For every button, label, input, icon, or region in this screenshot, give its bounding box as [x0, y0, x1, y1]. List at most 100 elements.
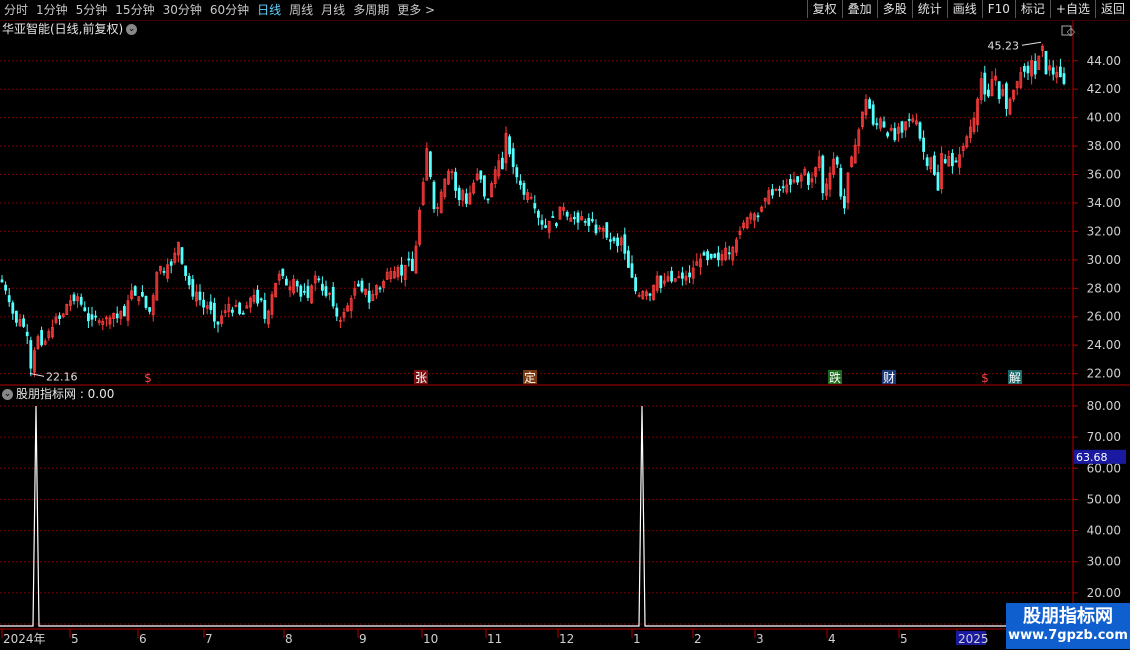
- period-tab-9[interactable]: 多周期: [349, 0, 393, 20]
- candle-body: [58, 315, 61, 319]
- high-marker-label: 45.23: [988, 39, 1020, 52]
- event-marker: 解: [1009, 371, 1021, 385]
- toolbar-button-6[interactable]: 标记: [1014, 0, 1050, 18]
- toolbar-button-0[interactable]: 复权: [806, 0, 842, 18]
- candle-body: [198, 291, 202, 301]
- period-tab-6[interactable]: 日线: [253, 0, 285, 20]
- toolbar-button-8[interactable]: 返回: [1094, 0, 1130, 18]
- candle-body: [717, 252, 720, 261]
- main-tick-label: 36.00: [1087, 168, 1121, 182]
- time-tick-label: 12: [559, 632, 574, 646]
- period-tab-2[interactable]: 5分钟: [72, 0, 112, 20]
- candle-body: [688, 272, 691, 278]
- time-tick-label: 6: [139, 632, 147, 646]
- candle-body: [839, 167, 843, 197]
- candle-body: [843, 196, 846, 209]
- candle-body: [83, 307, 87, 312]
- candle-body: [299, 285, 303, 297]
- toolbar-button-7[interactable]: +自选: [1049, 0, 1095, 18]
- candle-body: [893, 128, 897, 141]
- candle-body: [922, 137, 925, 152]
- candle-body: [609, 239, 612, 242]
- period-tabs: 分时 1分钟 5分钟 15分钟 30分钟 60分钟 日线 周线 月线 多周期 更多 >: [0, 0, 439, 20]
- toolbar-buttons: 复权 叠加 多股 统计 画线 F10 标记 +自选 返回: [806, 0, 1130, 20]
- candle-body: [727, 252, 731, 255]
- candle-body: [302, 290, 306, 293]
- candle-body: [259, 298, 263, 301]
- candle-body: [576, 212, 580, 223]
- candle-body: [14, 310, 18, 323]
- candle-body: [886, 132, 889, 137]
- main-tick-label: 32.00: [1087, 224, 1121, 238]
- indicator-tick-label: 80.00: [1087, 399, 1121, 413]
- main-tick-label: 22.00: [1087, 367, 1121, 381]
- period-tab-3[interactable]: 15分钟: [111, 0, 158, 20]
- candle-body: [555, 223, 558, 227]
- candle-body: [1051, 67, 1055, 75]
- candle-body: [1059, 66, 1062, 78]
- toolbar-button-1[interactable]: 叠加: [841, 0, 877, 18]
- indicator-tick-label: 70.00: [1087, 430, 1121, 444]
- main-tick-label: 26.00: [1087, 310, 1121, 324]
- toolbar-button-2[interactable]: 多股: [876, 0, 912, 18]
- stock-chart[interactable]: 44.00 42.00 40.00 38.00 36.00 34.00 32.00 30.00…: [0, 20, 1130, 650]
- period-tab-1[interactable]: 1分钟: [32, 0, 72, 20]
- candle-body: [94, 315, 97, 318]
- candle-body: [356, 283, 360, 287]
- candle-body: [583, 220, 587, 223]
- period-tab-8[interactable]: 月线: [317, 0, 349, 20]
- main-tick-label: 28.00: [1087, 281, 1121, 295]
- indicator-title-text: 股朋指标网 : 0.00: [16, 387, 115, 401]
- candle-body: [936, 172, 940, 191]
- candle-body: [508, 136, 512, 155]
- candle-body: [360, 280, 364, 292]
- candle-body: [807, 173, 810, 185]
- candle-body: [781, 186, 785, 189]
- event-marker: 财: [883, 371, 895, 385]
- candle-body: [212, 302, 216, 322]
- period-tab-0[interactable]: 分时: [0, 0, 32, 20]
- candle-body: [241, 312, 245, 315]
- candle-body: [79, 296, 83, 305]
- candle-body: [367, 290, 371, 303]
- candle-body: [500, 157, 504, 170]
- candle-body: [263, 299, 267, 319]
- candle-body: [706, 251, 709, 261]
- candle-body: [7, 295, 11, 303]
- main-tick-label: 30.00: [1087, 253, 1121, 267]
- candle-body: [925, 157, 929, 166]
- toolbar-button-4[interactable]: 画线: [946, 0, 982, 18]
- candle-body: [612, 237, 616, 242]
- watermark: 股朋指标网 www.7gpzb.com: [1006, 603, 1130, 649]
- candle-body: [306, 285, 310, 298]
- event-marker: $: [144, 371, 152, 385]
- toolbar-button-5[interactable]: F10: [981, 0, 1015, 18]
- period-tab-7[interactable]: 周线: [285, 0, 317, 20]
- candle-body: [295, 280, 299, 287]
- period-tab-4[interactable]: 30分钟: [159, 0, 206, 20]
- candle-body: [623, 234, 627, 254]
- main-tick-label: 38.00: [1087, 139, 1121, 153]
- main-chart-title: 华亚智能(日线,前复权) ⌄: [2, 21, 138, 37]
- chevron-down-icon[interactable]: ⌄: [2, 389, 13, 400]
- candle-body: [587, 217, 591, 226]
- time-tick-label: 10: [423, 632, 438, 646]
- candle-body: [713, 253, 717, 258]
- toolbar-button-3[interactable]: 统计: [911, 0, 947, 18]
- main-tick-label: 42.00: [1087, 82, 1121, 96]
- candle-body: [123, 305, 126, 317]
- event-marker: $: [981, 371, 989, 385]
- chevron-down-icon[interactable]: ⌄: [126, 24, 138, 35]
- event-marker: 定: [524, 370, 536, 385]
- indicator-tick-label: 50.00: [1087, 492, 1121, 506]
- candle-body: [983, 72, 987, 95]
- main-tick-label: 24.00: [1087, 338, 1121, 352]
- candle-body: [835, 157, 839, 165]
- time-tick-label: 2025: [958, 632, 989, 646]
- candle-body: [281, 268, 285, 276]
- candle-body: [659, 275, 663, 289]
- high-marker-line: [1021, 41, 1042, 46]
- candle-body: [627, 250, 630, 268]
- period-tab-10[interactable]: 更多 >: [393, 0, 439, 20]
- period-tab-5[interactable]: 60分钟: [206, 0, 253, 20]
